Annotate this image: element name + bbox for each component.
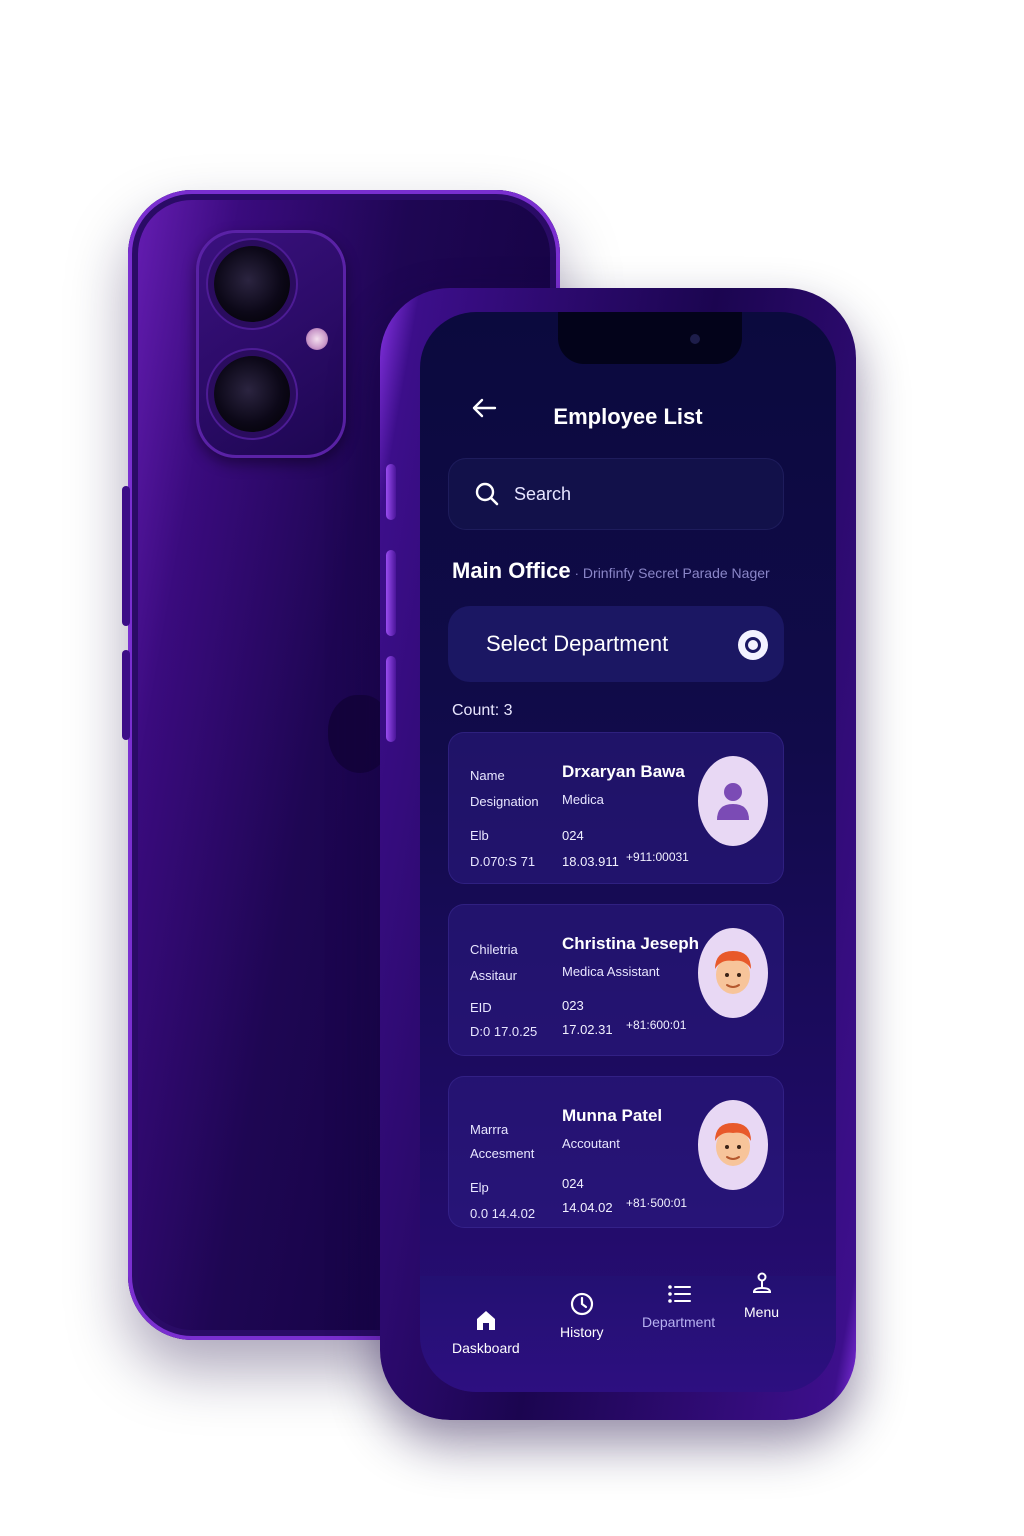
toggle-icon[interactable] [738, 630, 768, 660]
field-label: Marrra [470, 1122, 509, 1137]
office-name: Main Office [452, 558, 571, 583]
list-icon [667, 1285, 691, 1303]
tab-label: Daskboard [452, 1340, 520, 1356]
office-address: Drinfinfy Secret Parade Nager [582, 565, 770, 581]
field-label: 0.0 14.4.02 [470, 1206, 536, 1221]
employee-designation: Medica Assistant [562, 964, 660, 979]
front-phone: Employee List Main Office·Drinfinfy Secr… [380, 288, 856, 1420]
employee-date: 14.04.02 [562, 1200, 613, 1215]
person-silhouette-icon [717, 783, 749, 820]
tab-history[interactable]: History [560, 1290, 604, 1340]
employee-code: 024 [562, 1176, 584, 1191]
employee-name: Drxaryan Bawa [562, 762, 685, 781]
field-label: EID [470, 1000, 492, 1015]
face-avatar-icon [715, 1123, 751, 1166]
field-label: Designation [470, 794, 539, 809]
page-title: Employee List [553, 404, 703, 429]
front-camera-icon [690, 334, 700, 344]
volume-up-button[interactable] [386, 550, 396, 636]
avatar [698, 756, 768, 846]
field-label: Accesment [470, 1146, 535, 1161]
search-bar[interactable] [448, 458, 784, 530]
mute-switch[interactable] [386, 464, 396, 520]
employee-name: Christina Jeseph [562, 934, 699, 953]
field-label: Assitaur [470, 968, 517, 983]
field-label: D:0 17.0.25 [470, 1024, 538, 1039]
field-label: Elb [470, 828, 489, 843]
employee-card[interactable]: Marrra Accesment Elp 0.0 14.4.02 Munna P… [448, 1076, 784, 1228]
employee-phone: +81·500:01 [626, 1196, 688, 1210]
employee-name: Munna Patel [562, 1106, 663, 1125]
field-label: D.070:S 71 [470, 854, 536, 869]
back-phone-side-button [122, 650, 130, 740]
field-label: Name [470, 768, 505, 783]
home-icon [476, 1311, 495, 1330]
tab-label: Department [642, 1314, 716, 1330]
bottom-tab-bar: Daskboard History Department Menu [420, 1272, 836, 1392]
avatar [698, 1100, 768, 1190]
employee-count: Count: 3 [452, 702, 513, 719]
clock-icon [570, 1292, 593, 1316]
employee-card[interactable]: Chiletria Assitaur EID D:0 17.0.25 Chris… [448, 904, 784, 1056]
volume-down-button[interactable] [386, 656, 396, 742]
field-label: Chiletria [470, 942, 518, 957]
department-select-label: Select Department [486, 631, 669, 656]
employee-phone: +81:600:01 [626, 1018, 687, 1032]
camera-lens-icon [214, 246, 290, 322]
employee-card[interactable]: Name Designation Elb D.070:S 71 Drxaryan… [448, 732, 784, 884]
search-icon [475, 482, 499, 506]
notch [558, 312, 742, 364]
employee-code: 023 [562, 998, 584, 1013]
flash-icon [306, 328, 328, 350]
search-input[interactable] [512, 482, 776, 506]
tab-department[interactable]: Department [642, 1280, 715, 1330]
office-heading: Main Office · Drinfinfy Secret Parade Nage… [452, 558, 770, 584]
camera-module [196, 230, 346, 458]
employee-date: 17.02.31 [562, 1022, 613, 1037]
employee-designation: Medica [562, 792, 604, 807]
tab-label: Menu [744, 1304, 780, 1320]
avatar [698, 928, 768, 1018]
app-screen: Employee List Main Office·Drinfinfy Secr… [420, 312, 836, 1392]
tab-label: History [560, 1324, 604, 1340]
joystick-icon [752, 1272, 771, 1293]
tab-menu[interactable]: Menu [744, 1270, 779, 1320]
employee-date: 18.03.911 [562, 854, 619, 869]
department-select[interactable]: Select Department [448, 606, 784, 682]
employee-designation: Accoutant [562, 1136, 620, 1151]
face-avatar-icon [715, 951, 751, 994]
tab-dashboard[interactable]: Daskboard [452, 1306, 520, 1356]
employee-code: 024 [562, 828, 584, 843]
field-label: Elp [470, 1180, 489, 1195]
back-phone-side-button [122, 486, 130, 626]
camera-lens-icon [214, 356, 290, 432]
office-separator: · [574, 566, 579, 581]
employee-phone: +911:00031 [626, 850, 689, 864]
